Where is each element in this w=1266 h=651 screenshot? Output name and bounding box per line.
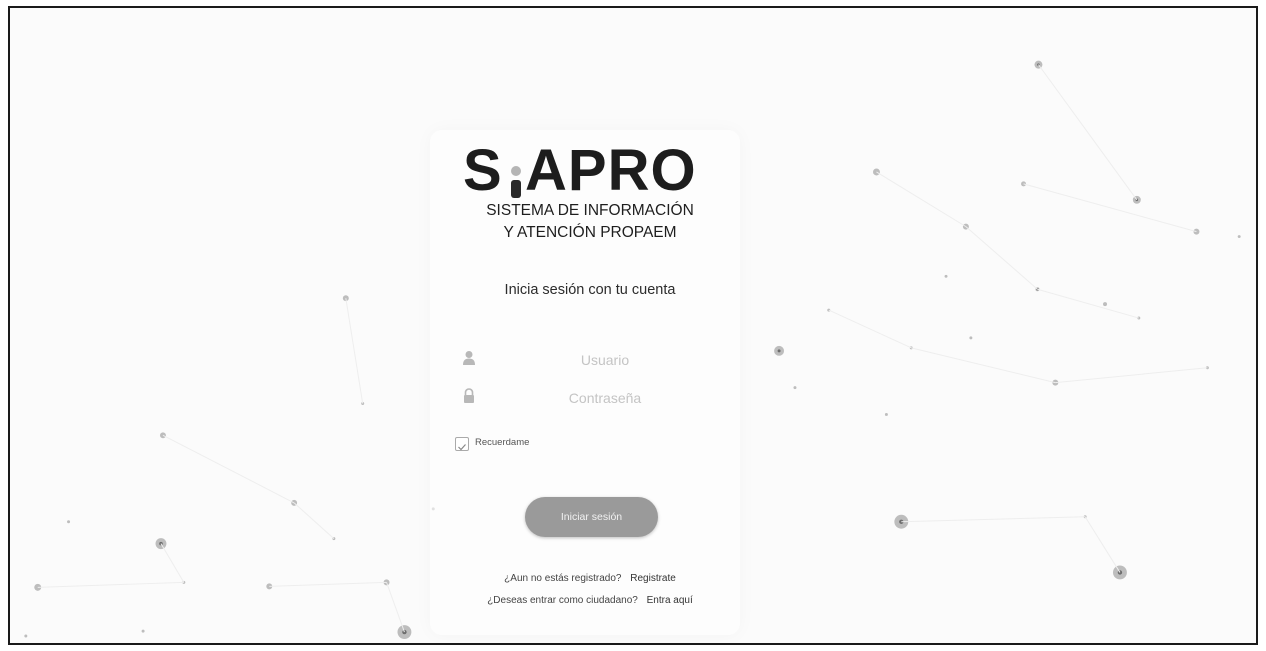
check-icon <box>458 444 466 451</box>
register-row: ¿Aun no estás registrado? Registrate <box>440 573 740 584</box>
register-link[interactable]: Registrate <box>630 573 676 584</box>
logo-dot-icon <box>511 166 521 176</box>
password-field <box>458 384 712 412</box>
citizen-prompt: ¿Deseas entrar como ciudadano? <box>487 595 638 606</box>
logo-letters: APRO <box>525 138 697 203</box>
remember-checkbox[interactable] <box>455 437 469 451</box>
logo-letter-s: S <box>463 138 503 203</box>
citizen-link[interactable]: Entra aquí <box>647 595 693 606</box>
logo-subtitle-line2: Y ATENCIÓN PROPAEM <box>503 224 677 241</box>
logo-stem-icon <box>511 180 521 198</box>
password-input[interactable] <box>498 384 712 412</box>
logo-subtitle: SISTEMA DE INFORMACIÓN Y ATENCIÓN PROPAE… <box>455 200 725 244</box>
username-input[interactable] <box>498 346 712 374</box>
logo-wordmark: S APRO <box>463 140 723 202</box>
register-prompt: ¿Aun no estás registrado? <box>504 573 622 584</box>
citizen-row: ¿Deseas entrar como ciudadano? Entra aqu… <box>440 595 740 606</box>
login-button[interactable]: Iniciar sesión <box>525 497 658 537</box>
logo-i-mark <box>509 166 523 198</box>
login-heading: Inicia sesión con tu cuenta <box>504 282 676 298</box>
remember-label: Recuerdame <box>475 437 530 448</box>
username-field <box>458 346 712 374</box>
user-icon <box>462 350 476 366</box>
logo-subtitle-line1: SISTEMA DE INFORMACIÓN <box>486 202 694 219</box>
lock-icon <box>462 388 476 404</box>
